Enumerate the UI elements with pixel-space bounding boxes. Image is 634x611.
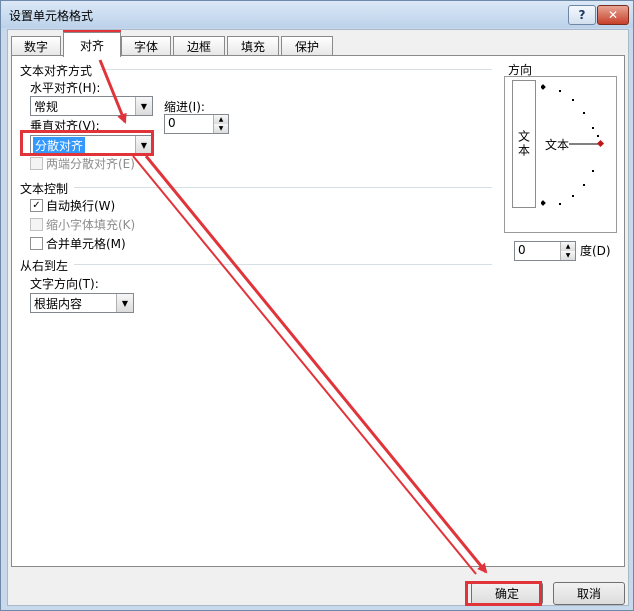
tab-font[interactable]: 字体: [121, 36, 171, 56]
tab-border[interactable]: 边框: [173, 36, 225, 56]
horizontal-align-select[interactable]: 常规 ▼: [30, 96, 153, 116]
indent-value: 0: [168, 116, 176, 130]
merge-cells-checkbox[interactable]: [30, 237, 43, 250]
degree-value: 0: [518, 243, 526, 257]
horizontal-align-value: 常规: [34, 100, 59, 114]
text-direction-value: 根据内容: [34, 297, 83, 311]
indent-label: 缩进(I):: [164, 100, 205, 114]
window-title: 设置单元格格式: [9, 9, 94, 23]
rtl-section-title: 从右到左: [20, 259, 69, 273]
shrink-to-fit-label: 缩小字体填充(K): [46, 218, 136, 232]
justify-distributed-label: 两端分散对齐(E): [46, 157, 135, 171]
tab-number[interactable]: 数字: [11, 36, 61, 56]
spin-down-icon[interactable]: ▼: [214, 124, 228, 133]
tab-protection[interactable]: 保护: [281, 36, 333, 56]
close-button[interactable]: ✕: [597, 5, 629, 25]
wrap-text-checkbox[interactable]: ✓: [30, 199, 43, 212]
vertical-text-label: 文本: [516, 130, 531, 158]
format-cells-dialog: 设置单元格格式 ? ✕ 数字 对齐 字体 边框 填充 保护 文本对齐方式 水平对…: [0, 0, 634, 611]
text-control-section-title: 文本控制: [20, 182, 69, 196]
indent-stepper[interactable]: 0 ▲ ▼: [164, 114, 229, 134]
spin-down-icon[interactable]: ▼: [561, 251, 575, 260]
rtl-divider: [74, 264, 492, 265]
chevron-down-icon[interactable]: ▼: [135, 97, 152, 115]
merge-cells-label: 合并单元格(M): [46, 237, 126, 251]
cancel-button[interactable]: 取消: [553, 582, 625, 605]
degree-label: 度(D): [580, 244, 611, 258]
alignment-divider: [100, 69, 492, 70]
dialog-body: 数字 对齐 字体 边框 填充 保护 文本对齐方式 水平对齐(H): 常规 ▼ 缩…: [7, 29, 629, 606]
tab-alignment[interactable]: 对齐: [63, 32, 121, 57]
degree-stepper[interactable]: 0 ▲ ▼: [514, 241, 576, 261]
title-bar: 设置单元格格式 ? ✕: [1, 1, 633, 28]
alignment-section-title: 文本对齐方式: [20, 64, 93, 78]
spin-up-icon[interactable]: ▲: [561, 242, 575, 251]
annotation-select-highlight: [20, 130, 154, 156]
chevron-down-icon[interactable]: ▼: [116, 294, 133, 312]
orientation-group: 文本 文本: [504, 76, 617, 233]
shrink-to-fit-checkbox[interactable]: [30, 218, 43, 231]
orientation-text-label: 文本: [545, 138, 570, 152]
vertical-text-option[interactable]: 文本: [512, 80, 536, 208]
spin-up-icon[interactable]: ▲: [214, 115, 228, 124]
text-control-divider: [74, 187, 492, 188]
text-direction-select[interactable]: 根据内容 ▼: [30, 293, 134, 313]
horizontal-align-label: 水平对齐(H):: [30, 81, 101, 95]
wrap-text-label: 自动换行(W): [46, 199, 116, 213]
tab-fill[interactable]: 填充: [227, 36, 279, 56]
annotation-ok-highlight: [465, 581, 542, 606]
justify-distributed-checkbox[interactable]: [30, 157, 43, 170]
text-direction-label: 文字方向(T):: [30, 277, 99, 291]
help-button[interactable]: ?: [568, 5, 596, 25]
